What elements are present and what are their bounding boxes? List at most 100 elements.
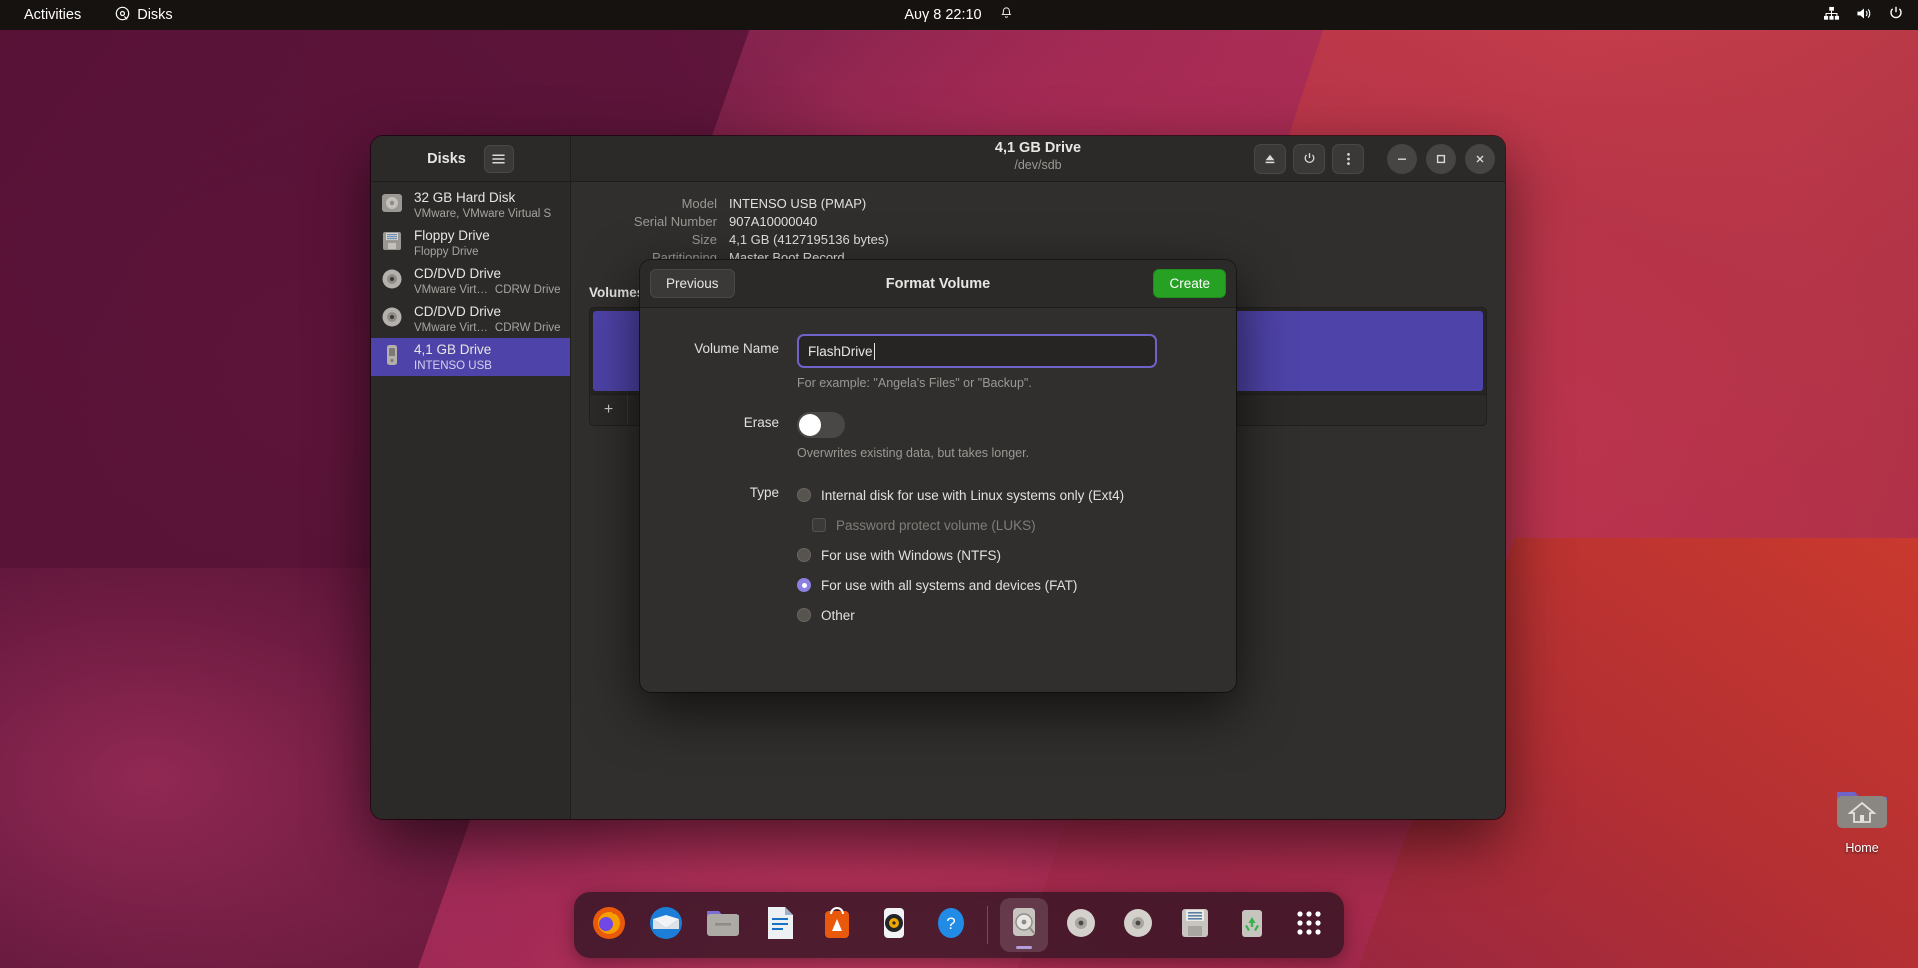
radio-icon[interactable] xyxy=(797,548,811,562)
usb-drive-icon xyxy=(379,342,405,373)
clock-area[interactable]: Αυγ 8 22:10 xyxy=(904,6,1013,25)
volume-icon xyxy=(1855,6,1873,25)
radio-icon[interactable] xyxy=(797,608,811,622)
help-icon: ? xyxy=(932,904,970,947)
checkbox-icon xyxy=(812,518,826,532)
info-key: Size xyxy=(691,232,717,247)
plus-icon[interactable]: + xyxy=(590,395,628,425)
svg-text:?: ? xyxy=(946,914,955,933)
disks-icon xyxy=(1005,904,1043,947)
previous-button[interactable]: Previous xyxy=(650,269,735,298)
dialog-body: Volume Name FlashDrive For example: "Ang… xyxy=(640,308,1236,692)
device-detail: INTENSO USB xyxy=(414,359,492,372)
optical-disc-icon xyxy=(379,304,405,335)
dock-item-firefox[interactable] xyxy=(585,898,633,952)
type-option-fat[interactable]: For use with all systems and devices (FA… xyxy=(797,570,1214,600)
type-row: Type Internal disk for use with Linux sy… xyxy=(662,480,1214,630)
ubuntu-app-center-icon xyxy=(818,904,856,947)
dock-item-cd-drive-2[interactable] xyxy=(1114,898,1162,952)
desktop-icon-home[interactable]: Home xyxy=(1822,786,1902,855)
dock-item-rhythmbox[interactable] xyxy=(870,898,918,952)
hamburger-menu-icon[interactable] xyxy=(483,144,514,173)
type-option-ext4[interactable]: Internal disk for use with Linux systems… xyxy=(797,480,1214,510)
type-option-label: For use with Windows (NTFS) xyxy=(821,547,1002,563)
device-name: CD/DVD Drive xyxy=(414,266,502,282)
grid-apps-icon xyxy=(1294,908,1324,943)
toggle-knob xyxy=(799,414,821,436)
type-option-label: Internal disk for use with Linux systems… xyxy=(821,487,1125,503)
power-off-icon[interactable] xyxy=(1293,143,1325,174)
dock-item-writer[interactable] xyxy=(756,898,804,952)
files-folder-icon xyxy=(704,904,742,947)
luks-label: Password protect volume (LUKS) xyxy=(836,517,1036,533)
optical-disc-icon xyxy=(1063,905,1099,946)
kebab-menu-icon[interactable] xyxy=(1332,143,1364,174)
top-bar: Activities Disks Αυγ 8 22:10 xyxy=(0,0,1918,30)
radio-icon-selected[interactable] xyxy=(797,578,811,592)
dock-item-show-apps[interactable] xyxy=(1285,898,1333,952)
create-button[interactable]: Create xyxy=(1153,269,1226,298)
desktop-icon-label: Home xyxy=(1845,841,1879,855)
dock-item-trash[interactable] xyxy=(1228,898,1276,952)
active-app-label: Disks xyxy=(137,7,173,23)
sidebar-header: Disks xyxy=(371,136,571,181)
erase-hint: Overwrites existing data, but takes long… xyxy=(797,446,1030,460)
device-detail: Floppy Drive xyxy=(414,245,479,258)
dock-item-help[interactable]: ? xyxy=(927,898,975,952)
power-icon xyxy=(1888,5,1904,25)
volume-name-label: Volume Name xyxy=(694,341,779,356)
info-value: 4,1 GB (4127195136 bytes) xyxy=(729,232,889,247)
eject-icon[interactable] xyxy=(1254,143,1286,174)
device-detail: VMware, VMware Virtual S xyxy=(414,207,552,220)
window-titlebar: Disks 4,1 GB Drive /dev/sdb xyxy=(371,136,1505,182)
active-app-indicator[interactable]: Disks xyxy=(115,6,173,25)
dock-separator xyxy=(987,906,988,944)
activities-button[interactable]: Activities xyxy=(16,5,89,25)
radio-icon[interactable] xyxy=(797,488,811,502)
volume-name-row: Volume Name FlashDrive For example: "Ang… xyxy=(662,334,1214,390)
hard-disk-icon xyxy=(379,190,405,221)
sidebar-item-floppy-drive[interactable]: Floppy Drive Floppy Drive xyxy=(371,224,570,262)
dialog-header: Previous Format Volume Create xyxy=(640,260,1236,308)
dock-item-thunderbird[interactable] xyxy=(642,898,690,952)
firefox-icon xyxy=(589,903,629,948)
window-actions xyxy=(1254,143,1495,174)
text-caret xyxy=(873,342,875,360)
device-detail-secondary: CDRW Drive xyxy=(494,283,561,296)
rhythmbox-icon xyxy=(875,904,913,947)
sidebar-item-cddvd-drive-1[interactable]: CD/DVD Drive VMware Virt… CDRW Drive xyxy=(371,262,570,300)
sidebar-item-cddvd-drive-2[interactable]: CD/DVD Drive VMware Virt… CDRW Drive xyxy=(371,300,570,338)
dock: ? xyxy=(574,892,1344,958)
system-tray[interactable] xyxy=(1823,5,1904,25)
minimize-icon[interactable] xyxy=(1387,143,1417,174)
device-detail-secondary: CDRW Drive xyxy=(494,321,561,334)
thunderbird-icon xyxy=(646,903,686,948)
maximize-icon[interactable] xyxy=(1426,143,1456,174)
info-key: Serial Number xyxy=(633,214,717,229)
dock-item-files[interactable] xyxy=(699,898,747,952)
volume-name-input[interactable]: FlashDrive xyxy=(797,334,1157,368)
bell-icon xyxy=(1000,6,1014,25)
luks-checkbox-row: Password protect volume (LUKS) xyxy=(797,510,1214,540)
dock-item-cd-drive-1[interactable] xyxy=(1057,898,1105,952)
info-value: INTENSO USB (PMAP) xyxy=(729,196,867,211)
trash-icon xyxy=(1234,905,1270,946)
type-option-other[interactable]: Other xyxy=(797,600,1214,630)
device-list: 32 GB Hard Disk VMware, VMware Virtual S… xyxy=(371,182,571,819)
sidebar-item-hard-disk[interactable]: 32 GB Hard Disk VMware, VMware Virtual S xyxy=(371,186,570,224)
libreoffice-writer-icon xyxy=(761,904,799,947)
dock-item-floppy-drive[interactable] xyxy=(1171,898,1219,952)
type-option-ntfs[interactable]: For use with Windows (NTFS) xyxy=(797,540,1214,570)
close-icon[interactable] xyxy=(1465,143,1495,174)
erase-toggle[interactable] xyxy=(797,412,845,438)
floppy-icon xyxy=(379,228,405,259)
device-name: Floppy Drive xyxy=(414,228,490,244)
drive-info-table: Model INTENSO USB (PMAP) Serial Number 9… xyxy=(589,196,1487,265)
clock-label: Αυγ 8 22:10 xyxy=(904,7,982,23)
sidebar-item-usb-drive[interactable]: 4,1 GB Drive INTENSO USB xyxy=(371,338,570,376)
type-options-group: Internal disk for use with Linux systems… xyxy=(797,480,1214,630)
volume-name-hint: For example: "Angela's Files" or "Backup… xyxy=(797,376,1032,390)
dock-item-disks[interactable] xyxy=(1000,898,1048,952)
dock-item-app-center[interactable] xyxy=(813,898,861,952)
info-value: 907A10000040 xyxy=(729,214,818,229)
